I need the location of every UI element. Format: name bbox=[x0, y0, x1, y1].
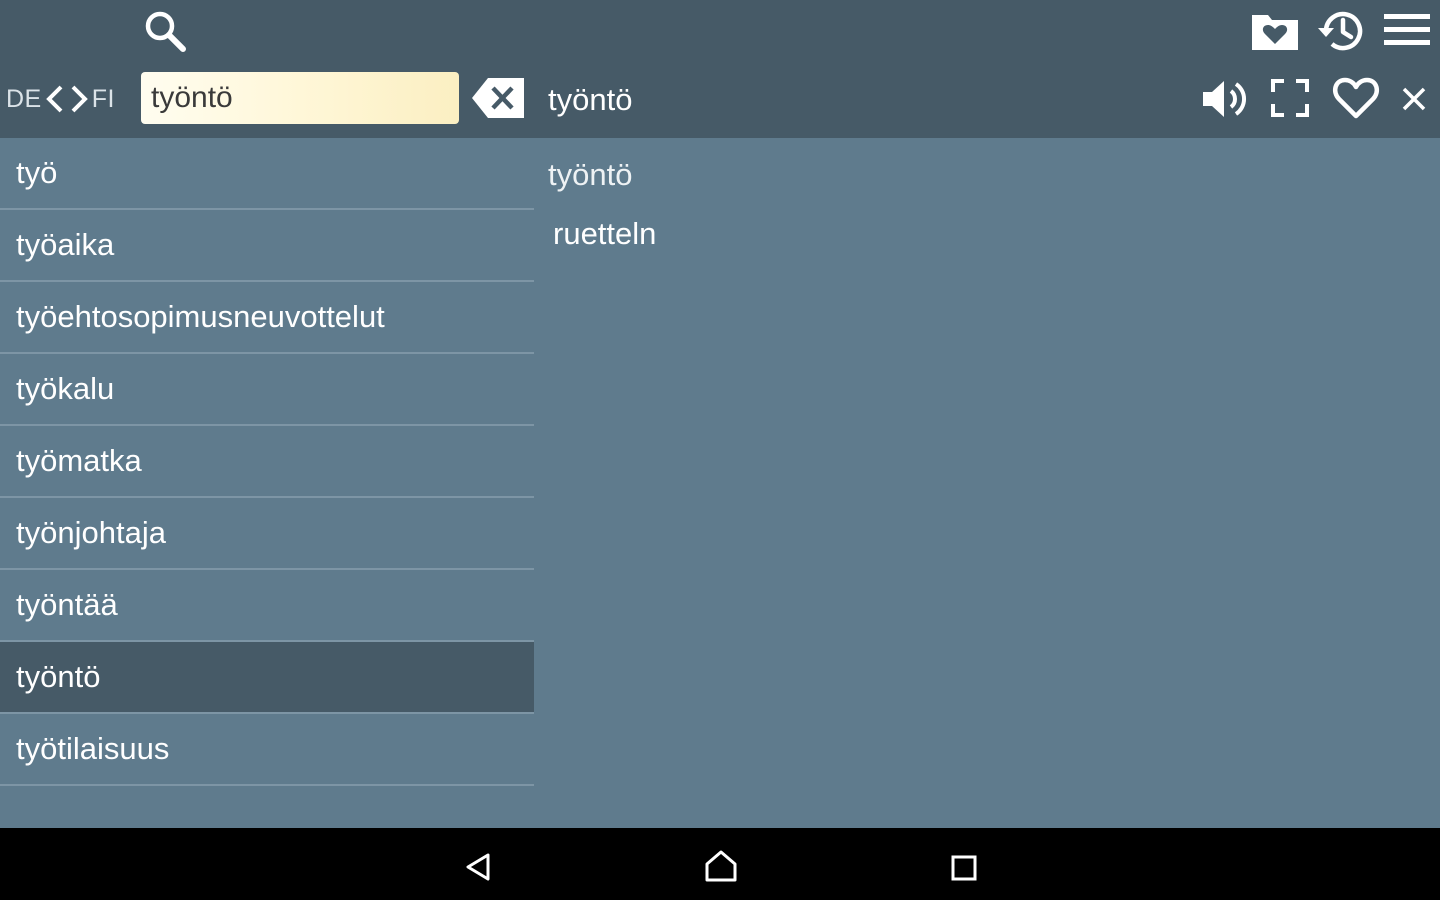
list-item[interactable]: työkalu bbox=[0, 354, 534, 426]
menu-icon[interactable] bbox=[1384, 12, 1430, 48]
chevron-right-icon[interactable] bbox=[68, 84, 90, 114]
chevron-left-icon[interactable] bbox=[44, 84, 66, 114]
entry-headword: työntö bbox=[548, 157, 633, 192]
search-icon[interactable] bbox=[142, 8, 188, 54]
list-item-selected[interactable]: työntö bbox=[0, 642, 534, 714]
favorites-folder-icon[interactable] bbox=[1250, 10, 1300, 52]
home-icon[interactable] bbox=[704, 850, 738, 882]
search-input[interactable] bbox=[141, 72, 459, 124]
word-list: työ työaika työehtosopimusneuvottelut ty… bbox=[0, 138, 534, 786]
speaker-icon[interactable] bbox=[1200, 76, 1250, 122]
list-item[interactable]: työntää bbox=[0, 570, 534, 642]
entry-translation: ruetteln bbox=[553, 216, 657, 251]
back-icon[interactable] bbox=[464, 852, 492, 882]
list-item[interactable]: työaika bbox=[0, 210, 534, 282]
system-navigation-bar bbox=[0, 828, 1440, 900]
list-item[interactable]: työmatka bbox=[0, 426, 534, 498]
close-icon[interactable] bbox=[1402, 87, 1426, 111]
entry-header-word: työntö bbox=[548, 82, 633, 117]
history-icon[interactable] bbox=[1316, 6, 1368, 56]
source-language-label: DE bbox=[6, 84, 42, 113]
language-switcher[interactable]: DE FI bbox=[6, 80, 115, 118]
recents-icon[interactable] bbox=[950, 854, 978, 882]
list-item[interactable]: työ bbox=[0, 138, 534, 210]
list-item[interactable]: työtilaisuus bbox=[0, 714, 534, 786]
fullscreen-icon[interactable] bbox=[1271, 79, 1309, 117]
list-item[interactable]: työnjohtaja bbox=[0, 498, 534, 570]
target-language-label: FI bbox=[91, 84, 115, 113]
top-toolbar: DE FI työntö bbox=[0, 0, 1440, 138]
heart-icon[interactable] bbox=[1332, 76, 1380, 120]
clear-search-icon[interactable] bbox=[470, 76, 526, 120]
list-item[interactable]: työehtosopimusneuvottelut bbox=[0, 282, 534, 354]
search-field[interactable] bbox=[141, 72, 459, 124]
